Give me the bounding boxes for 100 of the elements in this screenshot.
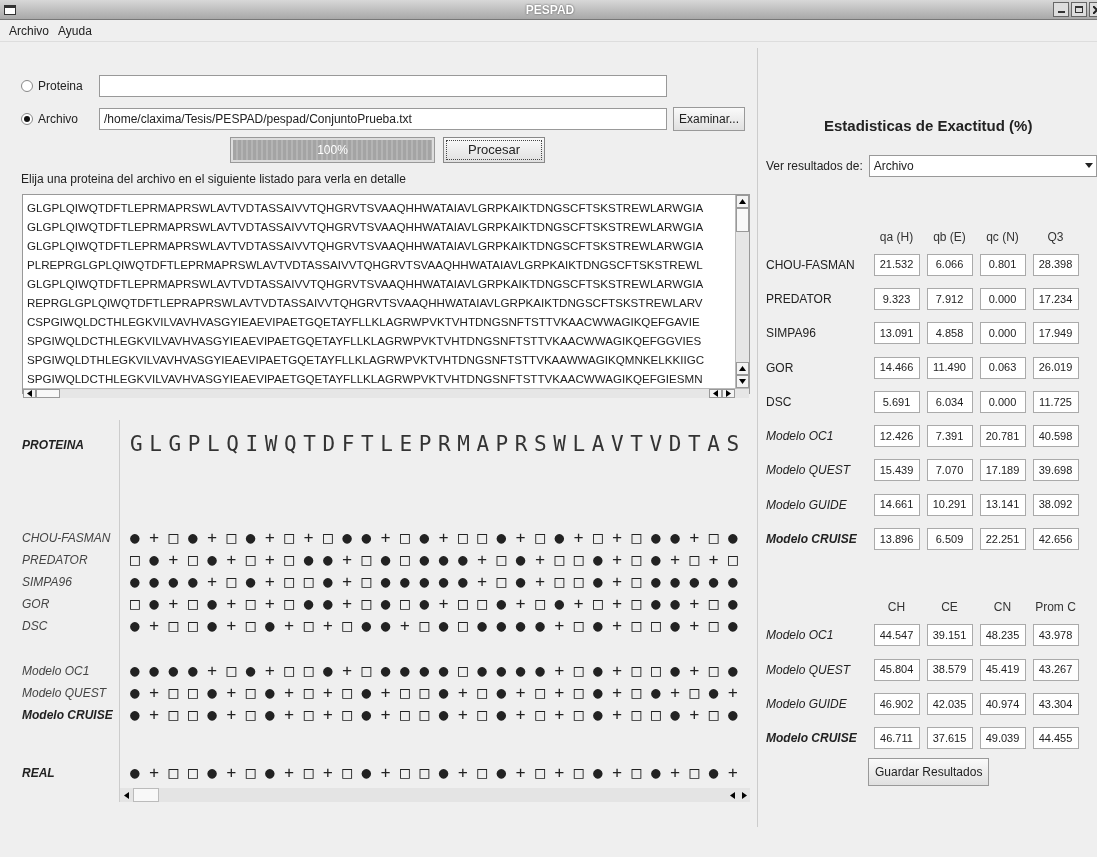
value-field: 0.000 bbox=[979, 287, 1026, 310]
value-field: 15.439 bbox=[873, 459, 920, 482]
stats-title: Estadisticas de Exactitud (%) bbox=[824, 116, 1034, 136]
list-item[interactable]: GLGPLQIWQTDFTLEPRMAPRSWLAVTVDTASSAIVVTQHGRVTSVAAQHHWATAIAVLGRPKAIKTDNGSCFTSKSTREWLARWGIA bbox=[27, 236, 735, 255]
value-field: 0.000 bbox=[979, 322, 1026, 345]
menu-item[interactable]: Ayuda bbox=[58, 21, 92, 40]
scroll-left-icon[interactable] bbox=[709, 389, 722, 398]
list-item[interactable]: GLGPLQIWQTDFTLEPRMAPRSWLAVTVDTASSAIVVTQHGRVTSVAAQHHWATAIAVLGRPKAIKTDNGSCFTSKSTREWLARWGIA bbox=[27, 198, 735, 217]
row-label: Modelo CRUISE bbox=[766, 730, 858, 748]
browse-button[interactable]: Examinar... bbox=[673, 107, 746, 131]
radio-option[interactable]: Archivo bbox=[21, 110, 99, 128]
method-label: Modelo CRUISE bbox=[22, 707, 113, 724]
value-field: 45.804 bbox=[873, 658, 920, 681]
scroll-left-icon[interactable] bbox=[23, 389, 36, 398]
value-field: 40.974 bbox=[979, 692, 1026, 715]
maximize-button[interactable] bbox=[1071, 2, 1087, 17]
method-label: PREDATOR bbox=[22, 552, 88, 569]
column-header: CE bbox=[940, 599, 959, 617]
value-field: 11.490 bbox=[926, 356, 973, 379]
method-label: Modelo QUEST bbox=[22, 685, 107, 702]
view-dropdown[interactable]: Archivo bbox=[868, 154, 1097, 177]
value-field: 46.711 bbox=[873, 727, 920, 750]
horizontal-scrollbar[interactable] bbox=[23, 388, 749, 398]
text-field[interactable] bbox=[99, 75, 667, 97]
row-label: PREDATOR bbox=[766, 290, 833, 308]
method-label: DSC bbox=[22, 618, 48, 635]
column-header: Prom C bbox=[1034, 599, 1077, 617]
value-field: 42.656 bbox=[1032, 528, 1079, 550]
scroll-down-icon[interactable] bbox=[736, 375, 749, 388]
dropdown-caret-icon bbox=[1085, 163, 1093, 168]
sequence-letters: GLGPLQIWQTDFTLEPRMAPRSWLAVTVDTAS bbox=[130, 431, 746, 459]
list-item[interactable]: GLGPLQIWQTDFTLEPRMAPRSWLAVTVDTASSAIVVTQHGRVTSVAAQHHWATAIAVLGRPKAIKTDNGSCFTSKSTREWLARWGIA bbox=[27, 217, 735, 236]
scroll-right-icon[interactable] bbox=[722, 389, 735, 398]
value-field: 45.419 bbox=[979, 658, 1026, 681]
radio-option[interactable]: Proteina bbox=[21, 77, 99, 95]
horizontal-scrollbar[interactable] bbox=[120, 788, 750, 802]
view-label: Ver resultados de: bbox=[766, 157, 863, 175]
row-label: SIMPA96 bbox=[766, 325, 817, 343]
structure-symbols: ●+□□●+□●+□+□●+□□●+□●+□+□●+□□●+□● bbox=[130, 704, 748, 726]
value-field: 17.189 bbox=[979, 459, 1026, 482]
structure-symbols: ●+□□●+□●+□+□●+□□●+□●+□+□●+□●+□●+ bbox=[130, 682, 748, 704]
value-field: 39.698 bbox=[1032, 459, 1079, 482]
structure-symbols: □●+□●+□+□●●+□●□●●●+□●+□□●+□●+□+□ bbox=[130, 549, 748, 571]
sequence-label: PROTEINA bbox=[22, 437, 84, 454]
value-field: 0.801 bbox=[979, 253, 1026, 276]
value-field: 43.304 bbox=[1032, 692, 1079, 715]
row-label: DSC bbox=[766, 393, 793, 411]
value-field: 6.034 bbox=[926, 390, 973, 413]
menu-item[interactable]: Archivo bbox=[9, 21, 49, 40]
value-field: 21.532 bbox=[873, 253, 920, 276]
list-item[interactable]: CSPGIWQLDCTHLEGKVILVAVHVASGYIEAEVIPAETGQETAYFLLKLAGRWPVKTVHTDNGSNFTSTTVKAACWWAGIKQEFGAVIE bbox=[27, 312, 735, 331]
value-field: 4.858 bbox=[926, 322, 973, 345]
scroll-thumb[interactable] bbox=[736, 208, 749, 232]
value-field: 7.912 bbox=[926, 287, 973, 310]
structure-symbols: □●+□●+□+□●●+□●□●+□□●+□●+□+□●●+□● bbox=[130, 593, 748, 615]
list-item[interactable]: SPGIWQLDCTHLEGKVILVAVHVASGYIEAEVIPAETGQETAYFLLKLAGRWPVKTVHTDNGSNFTSTTVKAACWWAGIKQEFGIESMN bbox=[27, 369, 735, 388]
value-field: 9.323 bbox=[873, 287, 920, 310]
method-label: SIMPA96 bbox=[22, 574, 72, 591]
list-item[interactable]: REPRGLGPLQIWQTDFTLEPRAPRSWLAVTVDTASSAIVVTQHGRVTSVAAQHHWATAIAVLGRPKAIKTDNGSCFTSKSTREWLARV bbox=[27, 293, 735, 312]
column-header: CN bbox=[992, 599, 1013, 617]
value-field: 13.896 bbox=[873, 528, 920, 550]
value-field: 28.398 bbox=[1032, 253, 1079, 276]
value-field: 44.455 bbox=[1032, 727, 1079, 750]
value-field: 7.070 bbox=[926, 459, 973, 482]
value-field: 49.039 bbox=[979, 727, 1026, 750]
structure-symbols: ●●●●+□●+□□●+□●●●●□●●●●+□●+□□●+□● bbox=[130, 660, 748, 682]
scroll-up-icon[interactable] bbox=[736, 195, 749, 208]
value-field: 37.615 bbox=[926, 727, 973, 750]
save-results-button[interactable]: Guardar Resultados bbox=[868, 758, 990, 787]
list-item[interactable]: SPGIWQLDCTHLEGKVILVAVHVASGYIEAEVIPAETGQETAYFLLKLAGRWPVKTVHTDNGSNFTSTTVKAACWWAGIKQEFGGVIES bbox=[27, 331, 735, 350]
structure-symbols: ●●●●+□●+□□●+□●●●●●+□●+□□●+□●●●●● bbox=[130, 571, 748, 593]
vertical-scrollbar[interactable] bbox=[735, 195, 749, 388]
value-field: 38.092 bbox=[1032, 493, 1079, 516]
structure-symbols: ●+□□●+□●+□+□●+□□●+□●+□+□●+□●+□●+ bbox=[130, 762, 748, 784]
value-field: 12.426 bbox=[873, 425, 920, 448]
minimize-button[interactable] bbox=[1053, 2, 1069, 17]
scroll-thumb[interactable] bbox=[133, 788, 159, 802]
list-item[interactable]: PLREPRGLGPLQIWQTDFTLEPRMAPRSWLAVTVDTASSAIVVTQHGRVTSVAAQHHWATAIAVLGRPKAIKTDNGSCFTSKSTREWL bbox=[27, 255, 735, 274]
value-field: 43.978 bbox=[1032, 624, 1079, 647]
value-field: 14.466 bbox=[873, 356, 920, 379]
value-field: 5.691 bbox=[873, 390, 920, 413]
method-label: CHOU-FASMAN bbox=[22, 530, 111, 547]
list-item[interactable]: GLGPLQIWQTDFTLEPRMAPRSWLAVTVDTASSAIVVTQHGRVTSVAAQHHWATAIAVLGRPKAIKTDNGSCFTSKSTREWLARWGIA bbox=[27, 274, 735, 293]
process-button[interactable]: Procesar bbox=[443, 137, 545, 163]
row-label: Modelo GUIDE bbox=[766, 695, 848, 713]
value-field: 6.066 bbox=[926, 253, 973, 276]
scroll-up-icon[interactable] bbox=[736, 362, 749, 375]
list-item[interactable]: SPGIWQLDTHLEGKVILVAVHVASGYIEAEVIPAETGQETAYFLLKLAGRWPVKTVHTDNGSNFTSTTVKAAWWAGIKQMNKELKKIIGC bbox=[27, 350, 735, 369]
method-label: REAL bbox=[22, 765, 55, 782]
row-label: GOR bbox=[766, 359, 795, 377]
text-field[interactable]: /home/claxima/Tesis/PESPAD/pespad/ConjuntoPrueba.txt bbox=[99, 108, 667, 130]
row-label: Modelo OC1 bbox=[766, 428, 835, 446]
column-header: qb (E) bbox=[932, 228, 967, 246]
value-field: 20.781 bbox=[979, 425, 1026, 448]
value-field: 42.035 bbox=[926, 692, 973, 715]
value-field: 38.579 bbox=[926, 658, 973, 681]
value-field: 26.019 bbox=[1032, 356, 1079, 379]
scroll-thumb[interactable] bbox=[36, 389, 60, 398]
value-field: 6.509 bbox=[926, 528, 973, 550]
value-field: 46.902 bbox=[873, 692, 920, 715]
